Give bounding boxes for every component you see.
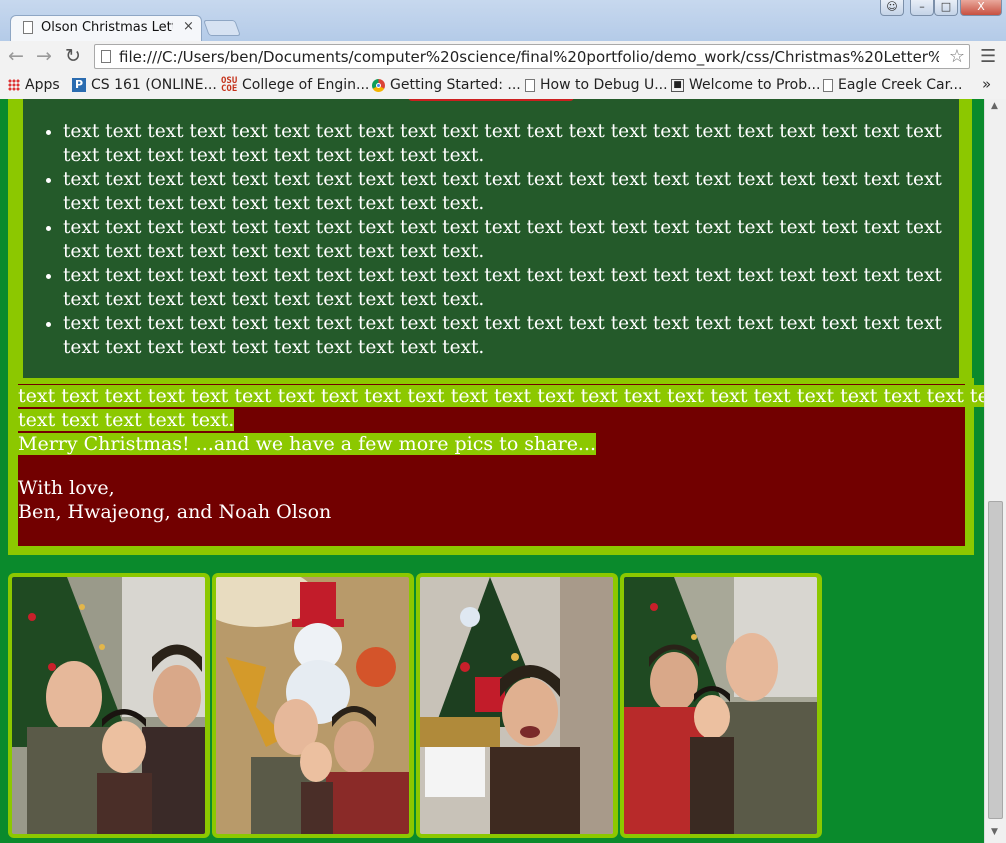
signature-text: Ben, Hwajeong, and Noah Olson bbox=[18, 501, 332, 523]
menu-icon[interactable]: ☰ bbox=[980, 46, 996, 67]
address-bar[interactable]: file:///C:/Users/ben/Documents/computer%… bbox=[94, 44, 970, 69]
page-icon bbox=[525, 78, 535, 92]
letter-text-line: text text text text text text text text … bbox=[18, 385, 984, 407]
closing-text: With love, bbox=[18, 477, 115, 499]
tab-title: Olson Christmas Letter bbox=[41, 20, 173, 35]
family-photo-1 bbox=[12, 577, 205, 834]
list-item: text text text text text text text text … bbox=[63, 264, 943, 312]
more-bookmarks-icon[interactable]: » bbox=[982, 75, 991, 93]
bookmark-eagle-creek[interactable]: Eagle Creek Car... bbox=[823, 76, 962, 94]
forward-arrow-icon[interactable]: → bbox=[36, 46, 52, 66]
bookmark-welcome[interactable]: ■ Welcome to Prob... bbox=[671, 76, 820, 94]
letter-text-line: text text text text text. bbox=[18, 409, 235, 431]
close-window-button[interactable]: X bbox=[960, 0, 1002, 16]
bookmark-getting-started[interactable]: Getting Started: ... bbox=[372, 76, 521, 94]
family-photo-3 bbox=[420, 577, 613, 834]
window-titlebar: Olson Christmas Letter × ☺ – □ X bbox=[0, 0, 1006, 41]
merry-christmas-text: Merry Christmas! ...and we have a few mo… bbox=[18, 433, 597, 455]
browser-tab[interactable]: Olson Christmas Letter × bbox=[10, 15, 202, 41]
bookmark-apps[interactable]: Apps bbox=[8, 76, 60, 94]
list-item: text text text text text text text text … bbox=[63, 216, 943, 264]
tab-close-icon[interactable]: × bbox=[183, 19, 194, 34]
family-photo-4 bbox=[624, 577, 817, 834]
apps-grid-icon bbox=[8, 79, 20, 91]
photo-frame[interactable] bbox=[8, 573, 210, 838]
osu-coe-icon: OSU COE bbox=[221, 76, 238, 94]
list-item: text text text text text text text text … bbox=[63, 312, 943, 360]
p-icon: P bbox=[72, 78, 86, 92]
photo-frame[interactable] bbox=[212, 573, 414, 838]
scroll-down-arrow-icon[interactable]: ▼ bbox=[991, 827, 998, 837]
bookmark-how-to-debug[interactable]: How to Debug U... bbox=[525, 76, 668, 94]
scroll-up-arrow-icon[interactable]: ▲ bbox=[991, 101, 998, 111]
family-photo-2 bbox=[216, 577, 409, 834]
letter-panel: text text text text text text text text … bbox=[18, 384, 984, 546]
welcome-icon: ■ bbox=[671, 78, 684, 92]
photo-gallery bbox=[8, 573, 828, 841]
new-tab-button[interactable] bbox=[203, 20, 241, 36]
back-arrow-icon[interactable]: ← bbox=[8, 46, 24, 66]
vertical-scrollbar[interactable]: ▲ ▼ bbox=[984, 99, 1006, 843]
red-accent-bar bbox=[408, 99, 574, 101]
page-icon bbox=[101, 50, 111, 63]
page-icon bbox=[23, 21, 33, 34]
url-text[interactable]: file:///C:/Users/ben/Documents/computer%… bbox=[119, 48, 939, 66]
list-item: text text text text text text text text … bbox=[63, 168, 943, 216]
scrollbar-thumb[interactable] bbox=[988, 501, 1003, 819]
chrome-icon bbox=[372, 78, 385, 92]
bookmark-star-icon[interactable]: ☆ bbox=[949, 46, 965, 67]
reload-icon[interactable]: ↻ bbox=[65, 46, 81, 66]
bookmark-cs161[interactable]: P CS 161 (ONLINE... bbox=[72, 76, 217, 94]
page-icon bbox=[823, 78, 833, 92]
minimize-button[interactable]: – bbox=[910, 0, 934, 16]
photo-frame[interactable] bbox=[416, 573, 618, 838]
list-item: text text text text text text text text … bbox=[63, 120, 943, 168]
user-icon[interactable]: ☺ bbox=[880, 0, 904, 16]
page-viewport: text text text text text text text text … bbox=[0, 99, 984, 843]
bookmark-college[interactable]: OSU COE College of Engin... bbox=[221, 76, 369, 94]
bookmarks-bar: Apps P CS 161 (ONLINE... OSU COE College of… bbox=[0, 72, 1006, 100]
maximize-button[interactable]: □ bbox=[934, 0, 958, 16]
bullet-list: text text text text text text text text … bbox=[63, 120, 943, 360]
photo-frame[interactable] bbox=[620, 573, 822, 838]
browser-toolbar: ← → ↻ file:///C:/Users/ben/Documents/com… bbox=[0, 41, 1006, 73]
